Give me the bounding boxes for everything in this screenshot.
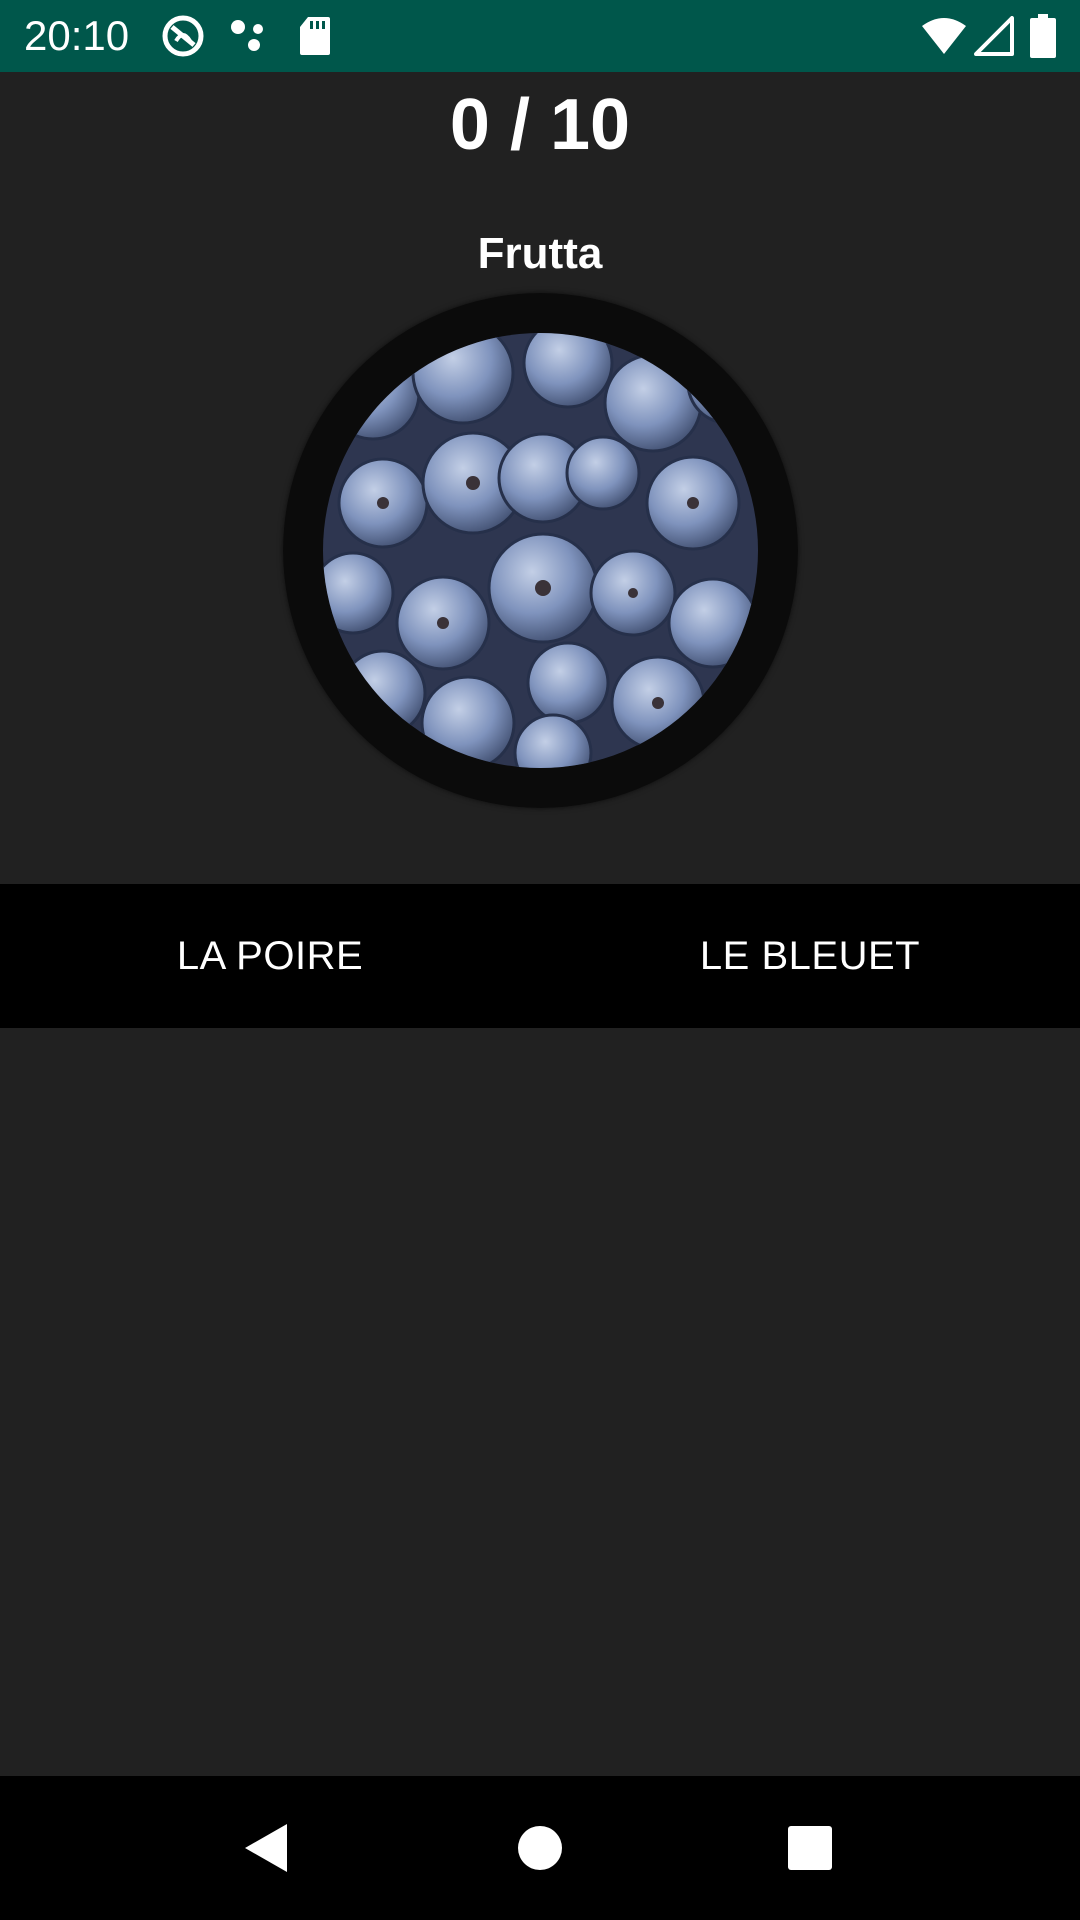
accessibility-icon (160, 0, 206, 72)
status-time: 20:10 (24, 12, 130, 59)
home-icon[interactable] (480, 1776, 600, 1920)
status-bar: 20:10 (0, 0, 1080, 72)
signal-icon (974, 0, 1014, 72)
blueberries-picture (283, 293, 798, 808)
battery-icon (1030, 0, 1056, 72)
dots-icon (228, 0, 270, 72)
category-title: Frutta (477, 229, 603, 278)
sd-card-icon (298, 0, 332, 72)
wifi-icon (920, 0, 968, 72)
screen: 20:10 0 / 10 Frutta LA POIRE LE BLEUET (0, 0, 1080, 1920)
answer-bar: LA POIRE LE BLEUET (0, 884, 1080, 1028)
answer-option-1-button[interactable]: LA POIRE (0, 884, 540, 1028)
back-icon[interactable] (206, 1776, 326, 1920)
score-counter: 0 / 10 (449, 85, 631, 165)
navigation-bar (0, 1776, 1080, 1920)
answer-option-2-button[interactable]: LE BLEUET (540, 884, 1080, 1028)
recents-icon[interactable] (750, 1776, 870, 1920)
